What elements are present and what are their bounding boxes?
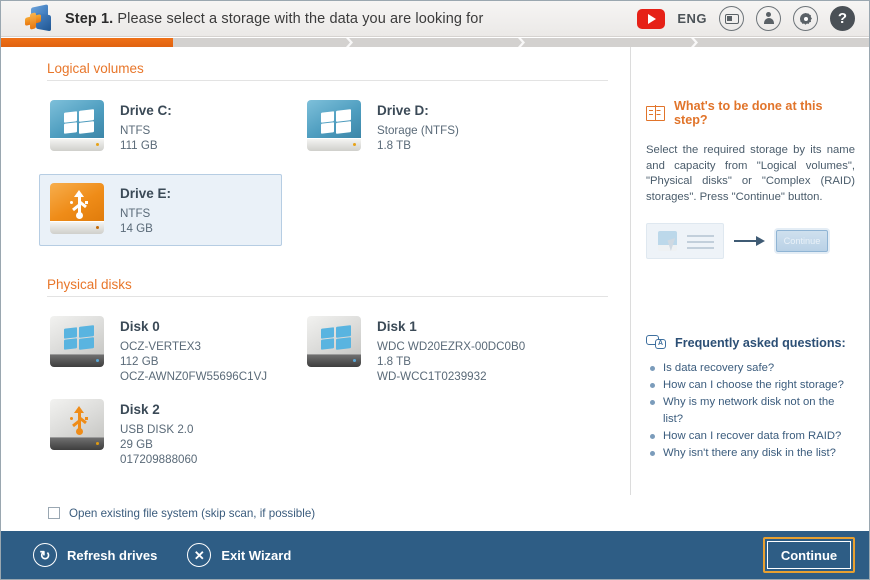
help-panel-text: Select the required storage by its name … (646, 144, 855, 203)
storage-list-pane: Logical volumes Drive C: NTFS 111 GB Dri… (1, 47, 631, 495)
storage-name: Drive E: (120, 186, 172, 201)
step-text: Please select a storage with the data yo… (117, 10, 484, 27)
storage-size: 112 GB (120, 355, 159, 368)
storage-model: WDC WD20EZRX-00DC0B0 (377, 340, 526, 353)
storage-model: USB DISK 2.0 (120, 423, 194, 436)
continue-button[interactable]: Continue (767, 541, 851, 569)
storage-fs: NTFS (120, 124, 151, 137)
book-icon (646, 104, 665, 122)
refresh-drives-label: Refresh drives (67, 547, 158, 563)
storage-item-drive-d[interactable]: Drive D: Storage (NTFS) 1.8 TB (296, 91, 546, 161)
content-area: Logical volumes Drive C: NTFS 111 GB Dri… (1, 47, 869, 495)
progress-fill (1, 38, 173, 47)
storage-name: Disk 2 (120, 402, 160, 417)
storage-size: 1.8 TB (377, 355, 411, 368)
continue-button-focus-ring: Continue (763, 537, 855, 573)
header-bar: Step 1. Please select a storage with the… (1, 1, 869, 37)
header-actions: ENG ? (637, 6, 855, 31)
progress-notch (691, 38, 698, 47)
help-illustration: Continue (646, 223, 855, 259)
progress-notch (518, 38, 525, 47)
faq-list: Is data recovery safe? How can I choose … (646, 360, 855, 462)
help-icon[interactable]: ? (830, 6, 855, 31)
storage-name: Drive C: (120, 103, 172, 118)
storage-model: OCZ-VERTEX3 (120, 340, 201, 353)
windows-drive-icon (305, 98, 363, 154)
faq-header: A Frequently asked questions: (646, 335, 855, 350)
exit-wizard-button[interactable]: ✕ Exit Wizard (187, 543, 291, 567)
faq-link[interactable]: How can I recover data from RAID? (646, 428, 855, 445)
help-panel-header: What's to be done at this step? (646, 99, 855, 127)
youtube-icon[interactable] (637, 8, 666, 29)
arrow-right-icon (734, 236, 766, 246)
options-row: Open existing file system (skip scan, if… (1, 495, 869, 531)
physical-disks-grid: Disk 0 OCZ-VERTEX3 112 GB OCZ-AWNZ0FW556… (1, 301, 630, 491)
faq-link[interactable]: Why isn't there any disk in the list? (646, 445, 855, 462)
footer-bar: ↻ Refresh drives ✕ Exit Wizard Continue (1, 531, 869, 579)
section-divider (47, 80, 608, 81)
storage-serial: WD-WCC1T0239932 (377, 370, 487, 383)
storage-size: 111 GB (120, 139, 158, 152)
refresh-drives-button[interactable]: ↻ Refresh drives (33, 543, 157, 567)
storage-name: Drive D: (377, 103, 429, 118)
windows-disk-icon (48, 314, 106, 370)
storage-item-drive-c[interactable]: Drive C: NTFS 111 GB (39, 91, 289, 161)
person-icon[interactable] (756, 6, 781, 31)
storage-item-disk-1[interactable]: Disk 1 WDC WD20EZRX-00DC0B0 1.8 TB WD-WC… (296, 307, 546, 391)
help-panel-title: What's to be done at this step? (674, 99, 823, 127)
open-existing-fs-checkbox[interactable] (48, 507, 60, 519)
card-icon[interactable] (719, 6, 744, 31)
section-title-logical: Logical volumes (47, 61, 144, 76)
usb-disk-icon (48, 397, 106, 453)
faq-link[interactable]: Why is my network disk not on the list? (646, 394, 855, 428)
storage-item-drive-e[interactable]: Drive E: NTFS 14 GB (39, 174, 282, 246)
app-logo-icon (23, 3, 53, 34)
faq-link[interactable]: How can I choose the right storage? (646, 377, 855, 394)
logical-volumes-grid: Drive C: NTFS 111 GB Drive D: Storage (N… (1, 85, 630, 275)
storage-name: Disk 1 (377, 319, 417, 334)
wizard-window: Step 1. Please select a storage with the… (0, 0, 870, 580)
usb-drive-icon (48, 181, 106, 237)
step-label: Step 1. (65, 10, 114, 27)
section-title-physical: Physical disks (47, 277, 132, 292)
refresh-icon: ↻ (33, 543, 57, 567)
faq-title-text: Frequently asked questions: (675, 335, 846, 350)
storage-serial: OCZ-AWNZ0FW55696C1VJ (120, 370, 268, 383)
faq-icon: A (646, 335, 666, 350)
storage-size: 1.8 TB (377, 139, 411, 152)
exit-wizard-label: Exit Wizard (221, 547, 292, 563)
storage-item-disk-2[interactable]: Disk 2 USB DISK 2.0 29 GB 017209888060 (39, 390, 289, 474)
windows-drive-icon (48, 98, 106, 154)
help-pane: What's to be done at this step? Select t… (632, 47, 869, 495)
windows-disk-icon (305, 314, 363, 370)
illustration-select-card (646, 223, 724, 259)
language-selector[interactable]: ENG (677, 11, 707, 26)
gear-icon[interactable] (793, 6, 818, 31)
close-icon: ✕ (187, 543, 212, 567)
storage-fs: Storage (NTFS) (377, 124, 459, 137)
storage-serial: 017209888060 (120, 453, 198, 466)
storage-fs: NTFS (120, 207, 151, 220)
step-progress-bar (1, 38, 869, 47)
storage-size: 29 GB (120, 438, 153, 451)
page-title: Step 1. Please select a storage with the… (65, 11, 483, 27)
storage-item-disk-0[interactable]: Disk 0 OCZ-VERTEX3 112 GB OCZ-AWNZ0FW556… (39, 307, 289, 391)
illustration-continue-button: Continue (776, 230, 828, 252)
progress-notch (346, 38, 353, 47)
open-existing-fs-label[interactable]: Open existing file system (skip scan, if… (69, 507, 315, 520)
storage-size: 14 GB (120, 222, 153, 235)
faq-link[interactable]: Is data recovery safe? (646, 360, 855, 377)
storage-name: Disk 0 (120, 319, 160, 334)
section-divider (47, 296, 608, 297)
